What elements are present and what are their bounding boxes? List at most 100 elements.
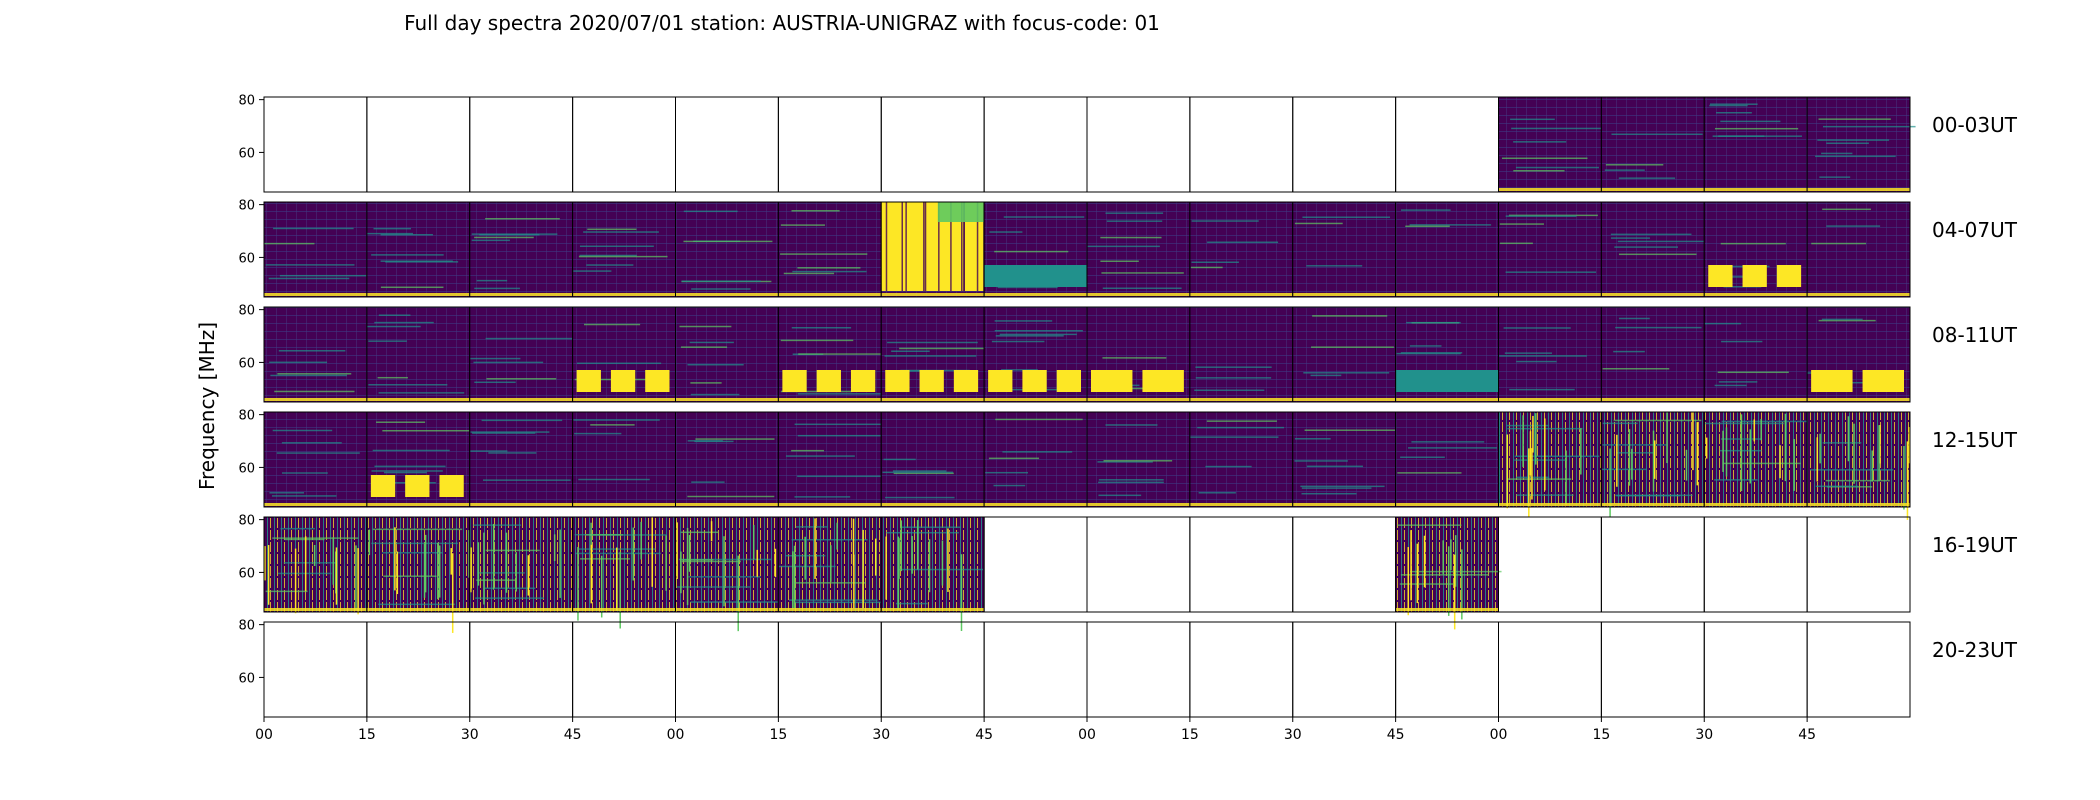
emission-line [885, 496, 955, 499]
panel-frame [1292, 96, 1397, 193]
emission-line [368, 384, 448, 386]
radio-burst [396, 551, 399, 595]
calibration-strip [1189, 398, 1293, 401]
panel-frame [983, 621, 1088, 718]
radio-burst [1878, 425, 1880, 481]
emission-line [1087, 245, 1160, 248]
emission-line [795, 526, 828, 528]
panel-frame [263, 621, 368, 718]
radio-burst [1450, 539, 1452, 571]
panel-frame [1600, 621, 1705, 718]
radio-burst [1535, 413, 1537, 465]
radio-burst [477, 542, 480, 586]
calibration-strip [778, 398, 882, 401]
emission-line [1499, 223, 1544, 225]
radio-burst [885, 536, 887, 600]
panel-frame [983, 516, 1088, 613]
row-label: 12-15UT [1932, 428, 2018, 452]
interference-band [370, 475, 396, 497]
emission-line [485, 218, 560, 220]
emission-line [264, 242, 315, 245]
calibration-strip [675, 608, 779, 611]
spectrum-panel [1189, 202, 1293, 297]
radio-burst [1749, 429, 1751, 484]
emission-line [994, 330, 1083, 332]
emission-line [1100, 260, 1139, 262]
emission-line [1611, 133, 1703, 136]
emission-line [1514, 455, 1600, 457]
calibration-strip [778, 503, 882, 506]
interference-band [1776, 265, 1802, 287]
emission-line [1401, 209, 1451, 211]
emission-line [794, 423, 884, 426]
emission-line [1704, 422, 1785, 425]
emission-line [1818, 118, 1891, 120]
emission-line [887, 341, 978, 344]
emission-line [989, 231, 1023, 233]
emission-line [1514, 459, 1568, 461]
x-tick-label: 30 [1284, 727, 1302, 743]
emission-line [995, 335, 1064, 337]
emission-line [283, 538, 325, 541]
radio-burst [1423, 535, 1426, 588]
radio-burst [1853, 423, 1855, 484]
emission-line [1815, 485, 1858, 488]
emission-line [1709, 104, 1748, 107]
chart-title: Full day spectra 2020/07/01 station: AUS… [404, 11, 1160, 35]
radio-burst [559, 529, 561, 598]
emission-line [1709, 103, 1758, 105]
emission-line [374, 321, 434, 324]
emission-line [991, 340, 1045, 343]
spectra-row: 60 80 12-15UT [238, 409, 2018, 520]
calibration-strip [881, 398, 985, 401]
radio-burst [304, 536, 307, 592]
emission-line [384, 471, 427, 474]
radio-burst [294, 548, 297, 614]
interference-band [885, 370, 910, 392]
spectra-row: 60 80 00-03UT [238, 94, 2018, 193]
radio-burst [1685, 449, 1688, 481]
radio-burst [710, 521, 713, 542]
emission-line [476, 579, 515, 581]
emission-line [578, 255, 668, 258]
emission-line [691, 481, 725, 483]
x-tick-label: 15 [358, 727, 376, 743]
x-tick-label: 15 [769, 727, 787, 743]
calibration-strip [1601, 188, 1705, 191]
emission-line [1409, 224, 1492, 226]
emission-line [378, 392, 465, 394]
x-tick-label: 15 [1181, 727, 1199, 743]
interference-band [782, 370, 807, 392]
radio-burst [1725, 427, 1728, 477]
emission-line [1195, 377, 1272, 379]
calibration-strip [1292, 293, 1396, 296]
radio-burst [632, 527, 635, 581]
emission-line [1003, 216, 1085, 218]
emission-line [1397, 524, 1462, 526]
x-tick-label: 45 [975, 727, 993, 743]
emission-line [999, 333, 1077, 336]
radio-burst [368, 529, 371, 556]
emission-line [1311, 346, 1394, 348]
emission-line [679, 325, 732, 328]
spectrum-panel [675, 412, 779, 507]
emission-line [1604, 169, 1645, 171]
emission-line [884, 355, 977, 357]
emission-line [269, 492, 305, 494]
radio-burst [438, 545, 441, 598]
calibration-strip [881, 608, 985, 611]
emission-line [1310, 374, 1342, 377]
calibration-strip [1704, 398, 1808, 401]
panel-frame [1086, 621, 1191, 718]
radio-burst [553, 534, 556, 562]
emission-line [1721, 420, 1810, 423]
emission-line [372, 528, 463, 531]
emission-line [1002, 451, 1073, 453]
radio-burst [793, 545, 796, 609]
spectrum-panel [1601, 202, 1705, 297]
spectrum-panel [1292, 307, 1396, 402]
radio-burst [900, 520, 902, 572]
calibration-strip [1395, 398, 1499, 401]
emission-line [900, 526, 961, 528]
emission-line [695, 438, 775, 440]
